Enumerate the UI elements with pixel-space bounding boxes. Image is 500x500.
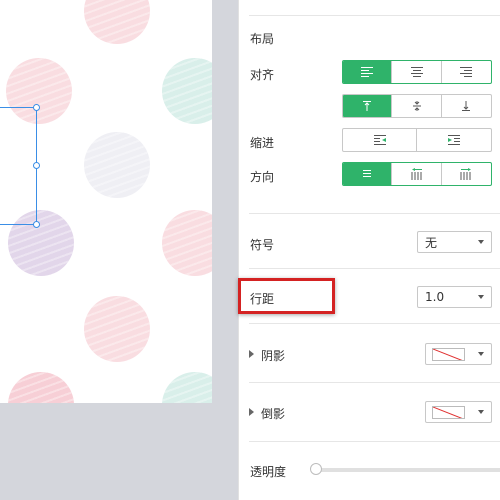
resize-handle[interactable] [33,221,40,228]
polka-dot [162,210,212,276]
shadow-color-select[interactable] [425,343,492,365]
divider [249,382,500,383]
bullet-label: 符号 [250,238,275,252]
divider [249,323,500,324]
expand-triangle-icon[interactable] [249,350,254,358]
reflection-color-select[interactable] [425,401,492,423]
horizontal-text-button[interactable] [343,163,393,185]
increase-indent-button[interactable] [417,129,491,151]
reflection-label[interactable]: 倒影 [261,405,285,422]
align-left-icon [361,67,374,77]
resize-handle[interactable] [33,162,40,169]
bullet-select[interactable]: 无 [417,231,492,253]
indent-group [342,128,492,152]
align-top-button[interactable] [343,95,393,117]
line-spacing-select[interactable]: 1.0 [417,286,492,308]
resize-handle[interactable] [33,104,40,111]
align-center-button[interactable] [392,61,442,83]
polka-dot [8,372,74,403]
align-bottom-icon [462,101,471,111]
align-right-icon [460,67,473,77]
align-bottom-button[interactable] [442,95,491,117]
opacity-slider-knob[interactable] [310,463,322,475]
divider [249,15,500,16]
align-left-button[interactable] [343,61,393,83]
opacity-label: 透明度 [250,465,287,479]
text-direction-group [342,162,492,186]
chevron-down-icon [478,352,484,356]
indent-label: 缩进 [250,136,275,150]
vertical-ltr-text-icon [460,168,472,180]
horizontal-text-icon [363,170,372,177]
vertical-ltr-text-button[interactable] [442,163,491,185]
horizontal-align-group [342,60,492,84]
shadow-label[interactable]: 阴影 [261,347,285,364]
chevron-down-icon [478,240,484,244]
section-title: 布局 [250,32,275,46]
divider [249,441,500,442]
vertical-rtl-text-button[interactable] [392,163,442,185]
no-color-swatch-icon [432,406,465,419]
vertical-rtl-text-icon [411,168,422,180]
polka-dot [84,132,150,198]
opacity-slider-track[interactable] [316,468,500,472]
slide-canvas[interactable] [0,0,212,403]
properties-panel: 布局 对齐 缩进 方向 符号 无 行距 1.0 阴影 倒影 透明度 [238,0,500,500]
decrease-indent-button[interactable] [343,129,417,151]
align-top-icon [363,101,372,111]
highlight-box [238,278,335,314]
workspace-gutter [212,0,238,500]
polka-dot [84,0,150,44]
vertical-align-group [342,94,492,118]
divider [249,268,500,269]
expand-triangle-icon[interactable] [249,408,254,416]
bullet-value: 无 [425,235,438,250]
align-middle-button[interactable] [392,95,442,117]
decrease-indent-icon [373,135,386,145]
align-center-icon [410,67,423,77]
align-middle-icon [412,101,421,111]
polka-dot [162,58,212,124]
selection-box[interactable] [0,107,37,225]
polka-dot [84,296,150,362]
line-spacing-value: 1.0 [425,290,445,304]
chevron-down-icon [478,410,484,414]
polka-dot [162,372,212,403]
increase-indent-icon [448,135,460,145]
divider [249,213,500,214]
no-color-swatch-icon [432,348,465,361]
align-right-button[interactable] [442,61,491,83]
chevron-down-icon [478,295,484,299]
direction-label: 方向 [250,170,275,184]
align-label: 对齐 [250,68,275,82]
